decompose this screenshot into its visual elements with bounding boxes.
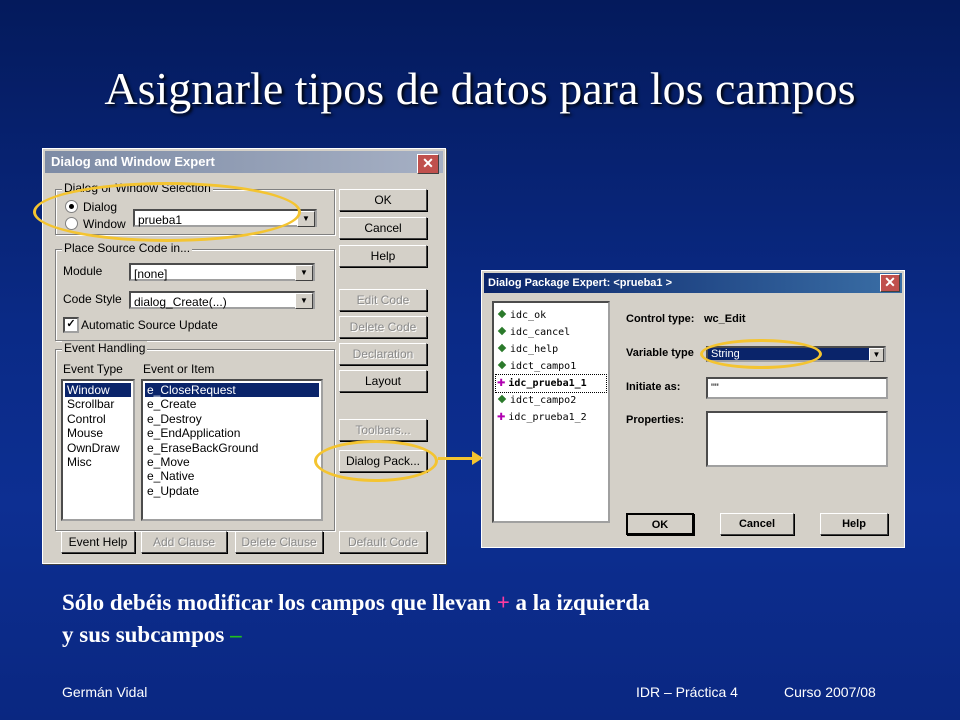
- list-item[interactable]: Misc: [65, 455, 131, 469]
- event-item-header: Event or Item: [143, 362, 215, 376]
- highlight-ring-dialog-select: [33, 182, 301, 242]
- control-type-value: wc_Edit: [704, 313, 746, 325]
- caption-minus: –: [230, 622, 242, 647]
- list-item[interactable]: e_Move: [145, 455, 319, 469]
- module-select[interactable]: [none] ▼: [129, 263, 315, 281]
- caption-text-1: Sólo debéis modificar los campos que lle…: [62, 590, 497, 615]
- toolbars-button[interactable]: Toolbars...: [339, 419, 427, 441]
- list-item[interactable]: e_CloseRequest: [145, 383, 319, 398]
- tree-item-label: idc_ok: [510, 310, 547, 321]
- ok-button[interactable]: OK: [339, 189, 427, 211]
- tree-item[interactable]: idc_cancel: [496, 324, 606, 341]
- list-item[interactable]: OwnDraw: [65, 441, 131, 455]
- list-item[interactable]: e_EraseBackGround: [145, 441, 319, 455]
- tree-item-label: idc_help: [510, 344, 559, 355]
- footer-year: Curso 2007/08: [784, 684, 876, 700]
- caption-text-3: y sus subcampos: [62, 622, 231, 647]
- dpe-title: Dialog Package Expert: <prueba1 >: [488, 277, 673, 289]
- properties-textarea[interactable]: [706, 411, 888, 467]
- diamond-icon: [497, 309, 507, 319]
- properties-label: Properties:: [626, 414, 685, 426]
- tree-item-label: idc_cancel: [510, 327, 571, 338]
- code-style-select-value: dialog_Create(...): [134, 295, 227, 309]
- initiate-input[interactable]: "": [706, 377, 888, 399]
- list-item[interactable]: e_EndApplication: [145, 426, 319, 440]
- event-help-button[interactable]: Event Help: [61, 531, 135, 553]
- variable-type-label: Variable type: [626, 347, 694, 359]
- help-button[interactable]: Help: [820, 513, 888, 535]
- module-label: Module: [63, 264, 103, 278]
- close-icon[interactable]: ✕: [880, 274, 900, 292]
- tree-item-label: idc_prueba1_2: [508, 412, 587, 423]
- dialog-package-expert: Dialog Package Expert: <prueba1 > ✕ idc_…: [481, 270, 905, 548]
- connector-arrow: [438, 457, 474, 460]
- dpe-titlebar: Dialog Package Expert: <prueba1 > ✕: [484, 273, 902, 293]
- highlight-ring-dialog-pack: [314, 440, 438, 482]
- control-type-label: Control type:: [626, 313, 695, 325]
- slide-title: Asignarle tipos de datos para los campos: [104, 63, 856, 114]
- list-item[interactable]: e_Create: [145, 397, 319, 411]
- arrow-head-icon: [472, 451, 483, 465]
- diamond-icon: [497, 326, 507, 336]
- control-tree[interactable]: idc_ok idc_cancel idc_help idct_campo1 ✚…: [492, 301, 610, 523]
- diamond-icon: [497, 343, 507, 353]
- list-item[interactable]: Mouse: [65, 426, 131, 440]
- delete-clause-button[interactable]: Delete Clause: [235, 531, 323, 553]
- edit-code-button[interactable]: Edit Code: [339, 289, 427, 311]
- dwe-title: Dialog and Window Expert: [51, 154, 215, 169]
- tree-item[interactable]: idct_campo2: [496, 392, 606, 409]
- help-button[interactable]: Help: [339, 245, 427, 267]
- declaration-button[interactable]: Declaration: [339, 343, 427, 365]
- add-clause-button[interactable]: Add Clause: [141, 531, 227, 553]
- auto-update-checkbox[interactable]: ✓: [63, 317, 79, 333]
- diamond-icon: [497, 394, 507, 404]
- plus-icon: ✚: [497, 412, 506, 423]
- diamond-icon: [497, 360, 507, 370]
- tree-item-label: idct_campo2: [510, 395, 577, 406]
- chevron-down-icon[interactable]: ▼: [295, 293, 313, 309]
- default-code-button[interactable]: Default Code: [339, 531, 427, 553]
- plus-icon: ✚: [497, 378, 506, 389]
- list-item[interactable]: Scrollbar: [65, 397, 131, 411]
- list-item[interactable]: e_Native: [145, 469, 319, 483]
- chevron-down-icon[interactable]: ▼: [869, 348, 884, 362]
- list-item[interactable]: e_Destroy: [145, 412, 319, 426]
- tree-item-label: idc_prueba1_1: [508, 378, 587, 389]
- ok-button[interactable]: OK: [626, 513, 694, 535]
- event-item-list[interactable]: e_CloseRequest e_Create e_Destroy e_EndA…: [141, 379, 323, 521]
- tree-item-label: idct_campo1: [510, 361, 577, 372]
- tree-item[interactable]: idc_help: [496, 341, 606, 358]
- source-group-label: Place Source Code in...: [62, 241, 193, 255]
- list-item[interactable]: Control: [65, 412, 131, 426]
- caption-plus: +: [496, 590, 510, 615]
- delete-code-button[interactable]: Delete Code: [339, 316, 427, 338]
- list-item[interactable]: e_Update: [145, 484, 319, 498]
- event-group-label: Event Handling: [62, 341, 148, 355]
- layout-button[interactable]: Layout: [339, 370, 427, 392]
- dwe-titlebar: Dialog and Window Expert ✕: [45, 151, 443, 174]
- cancel-button[interactable]: Cancel: [720, 513, 794, 535]
- initiate-label: Initiate as:: [626, 381, 681, 393]
- caption-text-2: a la izquierda: [509, 590, 650, 615]
- close-icon[interactable]: ✕: [417, 154, 439, 174]
- footer-course: IDR – Práctica 4: [636, 684, 738, 700]
- initiate-value: "": [711, 382, 719, 394]
- event-type-header: Event Type: [63, 362, 123, 376]
- tree-item-selected[interactable]: ✚ idc_prueba1_1: [495, 374, 607, 393]
- list-item[interactable]: Window: [65, 383, 131, 398]
- code-style-select[interactable]: dialog_Create(...) ▼: [129, 291, 315, 309]
- tree-item[interactable]: ✚ idc_prueba1_2: [496, 409, 606, 426]
- tree-item[interactable]: idc_ok: [496, 307, 606, 324]
- module-select-value: [none]: [134, 267, 168, 281]
- highlight-ring-variable-type: [700, 339, 822, 369]
- auto-update-label: Automatic Source Update: [81, 318, 218, 332]
- chevron-down-icon[interactable]: ▼: [295, 265, 313, 281]
- footer-author: Germán Vidal: [62, 684, 148, 700]
- code-style-label: Code Style: [63, 292, 122, 306]
- cancel-button[interactable]: Cancel: [339, 217, 427, 239]
- event-type-list[interactable]: Window Scrollbar Control Mouse OwnDraw M…: [61, 379, 135, 521]
- slide-caption: Sólo debéis modificar los campos que lle…: [62, 587, 922, 651]
- tree-item[interactable]: idct_campo1: [496, 358, 606, 375]
